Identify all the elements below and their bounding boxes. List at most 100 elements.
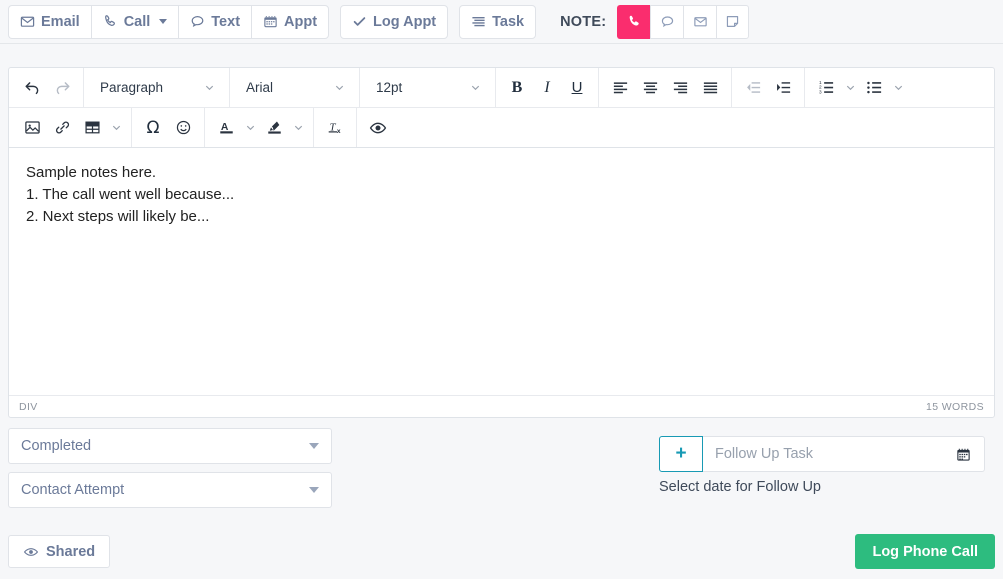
envelope-icon (693, 14, 708, 29)
underline-label: U (571, 79, 583, 96)
note-line: 1. The call went well because... (26, 186, 235, 203)
chevron-down-icon (309, 487, 319, 493)
shared-label: Shared (46, 543, 96, 560)
table-options-button[interactable] (107, 113, 125, 143)
block-format-select[interactable]: Paragraph (90, 73, 223, 103)
follow-up-date-field[interactable]: Follow Up Task (703, 436, 985, 472)
plus-icon: + (675, 443, 687, 464)
log-phone-call-label: Log Phone Call (872, 543, 978, 560)
bold-label: B (511, 78, 523, 96)
editor-status-bar: DIV 15 WORDS (9, 395, 994, 417)
emoji-button[interactable] (168, 113, 198, 143)
call-button[interactable]: Call (90, 4, 179, 39)
note-type-note[interactable] (716, 4, 750, 39)
text-style-group: B I U (496, 68, 599, 107)
envelope-icon (20, 14, 35, 29)
chevron-down-icon (112, 125, 120, 131)
undo-button[interactable] (17, 73, 47, 103)
symbol-group: Ω (132, 108, 205, 147)
email-button-label: Email (41, 13, 80, 30)
font-size-select[interactable]: 12pt (366, 73, 489, 103)
highlight-color-options-button[interactable] (289, 113, 307, 143)
task-list-icon (471, 14, 486, 29)
log-appt-label: Log Appt (373, 13, 437, 30)
email-button[interactable]: Email (8, 4, 91, 39)
font-family-group: Arial (230, 68, 360, 107)
appt-button-label: Appt (284, 13, 318, 30)
note-type-phone[interactable] (617, 4, 651, 39)
italic-button[interactable]: I (532, 73, 562, 103)
type-select[interactable]: Contact Attempt (8, 472, 332, 508)
underline-button[interactable]: U (562, 73, 592, 103)
insert-link-button[interactable] (47, 113, 77, 143)
numbered-list-button[interactable]: 1 2 3 (811, 73, 841, 103)
font-family-value: Arial (246, 80, 274, 95)
log-form: Completed Contact Attempt + Follow Up Ta… (0, 428, 1003, 516)
numbered-list-options-button[interactable] (841, 73, 859, 103)
check-icon (352, 14, 367, 29)
text-color-options-button[interactable] (241, 113, 259, 143)
word-count: 15 WORDS (925, 400, 984, 413)
clear-formatting-button[interactable]: T x (320, 113, 350, 143)
italic-label: I (544, 78, 550, 96)
font-family-select[interactable]: Arial (236, 73, 353, 103)
calendar-icon[interactable] (956, 447, 971, 462)
editor-toolbar-row-1: Paragraph Arial 12pt B I U 1 2 3 (9, 68, 994, 108)
indent-group (732, 68, 805, 107)
clear-format-group: T x (314, 108, 357, 147)
note-page-icon (725, 14, 740, 29)
note-line: 2. Next steps will likely be... (26, 208, 210, 225)
align-left-button[interactable] (605, 73, 635, 103)
special-character-button[interactable]: Ω (138, 113, 168, 143)
bold-button[interactable]: B (502, 73, 532, 103)
omega-icon: Ω (146, 117, 160, 138)
editor-toolbar-row-2: Ω A T x (9, 108, 994, 148)
bullet-list-options-button[interactable] (889, 73, 907, 103)
chevron-down-icon (846, 85, 854, 91)
log-appt-button[interactable]: Log Appt (340, 4, 449, 39)
note-type-email[interactable] (683, 4, 717, 39)
insert-table-button[interactable] (77, 113, 107, 143)
insert-image-button[interactable] (17, 113, 47, 143)
chevron-down-icon (294, 125, 302, 131)
task-button[interactable]: Task (459, 4, 537, 39)
add-follow-up-task-button[interactable]: + (659, 436, 703, 472)
indent-button[interactable] (768, 73, 798, 103)
appt-button[interactable]: Appt (251, 4, 330, 39)
outdent-button[interactable] (738, 73, 768, 103)
note-content-area[interactable]: Sample notes here. 1. The call went well… (9, 148, 994, 395)
follow-up-placeholder: Follow Up Task (715, 446, 814, 462)
chevron-down-icon (309, 443, 319, 449)
chevron-down-icon (205, 85, 214, 91)
align-center-button[interactable] (635, 73, 665, 103)
text-button[interactable]: Text (178, 4, 252, 39)
redo-button[interactable] (47, 73, 77, 103)
note-type-text[interactable] (650, 4, 684, 39)
follow-up-task-section: + Follow Up Task Select date for Follow … (659, 436, 985, 495)
align-justify-button[interactable] (695, 73, 725, 103)
shared-toggle-button[interactable]: Shared (8, 535, 111, 568)
phone-icon (627, 14, 642, 29)
calendar-icon (263, 14, 278, 29)
call-button-label: Call (123, 13, 151, 30)
history-group (11, 68, 84, 107)
phone-icon (103, 14, 118, 29)
chevron-down-icon (159, 19, 168, 24)
note-label: NOTE: (560, 13, 607, 30)
insert-group (11, 108, 132, 147)
status-select[interactable]: Completed (8, 428, 332, 464)
text-color-button[interactable]: A (211, 113, 241, 143)
bullet-list-button[interactable] (859, 73, 889, 103)
action-toolbar: Email Call Text Appt Log Appt Task NOTE: (0, 0, 1003, 44)
chevron-down-icon (335, 85, 344, 91)
note-line: Sample notes here. (26, 164, 157, 181)
element-path[interactable]: DIV (19, 401, 38, 413)
task-label: Task (492, 13, 525, 30)
preview-button[interactable] (363, 113, 393, 143)
log-phone-call-button[interactable]: Log Phone Call (855, 534, 995, 569)
type-select-value: Contact Attempt (21, 482, 125, 498)
highlight-color-button[interactable] (259, 113, 289, 143)
align-right-button[interactable] (665, 73, 695, 103)
note-type-group (617, 4, 750, 39)
list-group: 1 2 3 (805, 68, 913, 107)
